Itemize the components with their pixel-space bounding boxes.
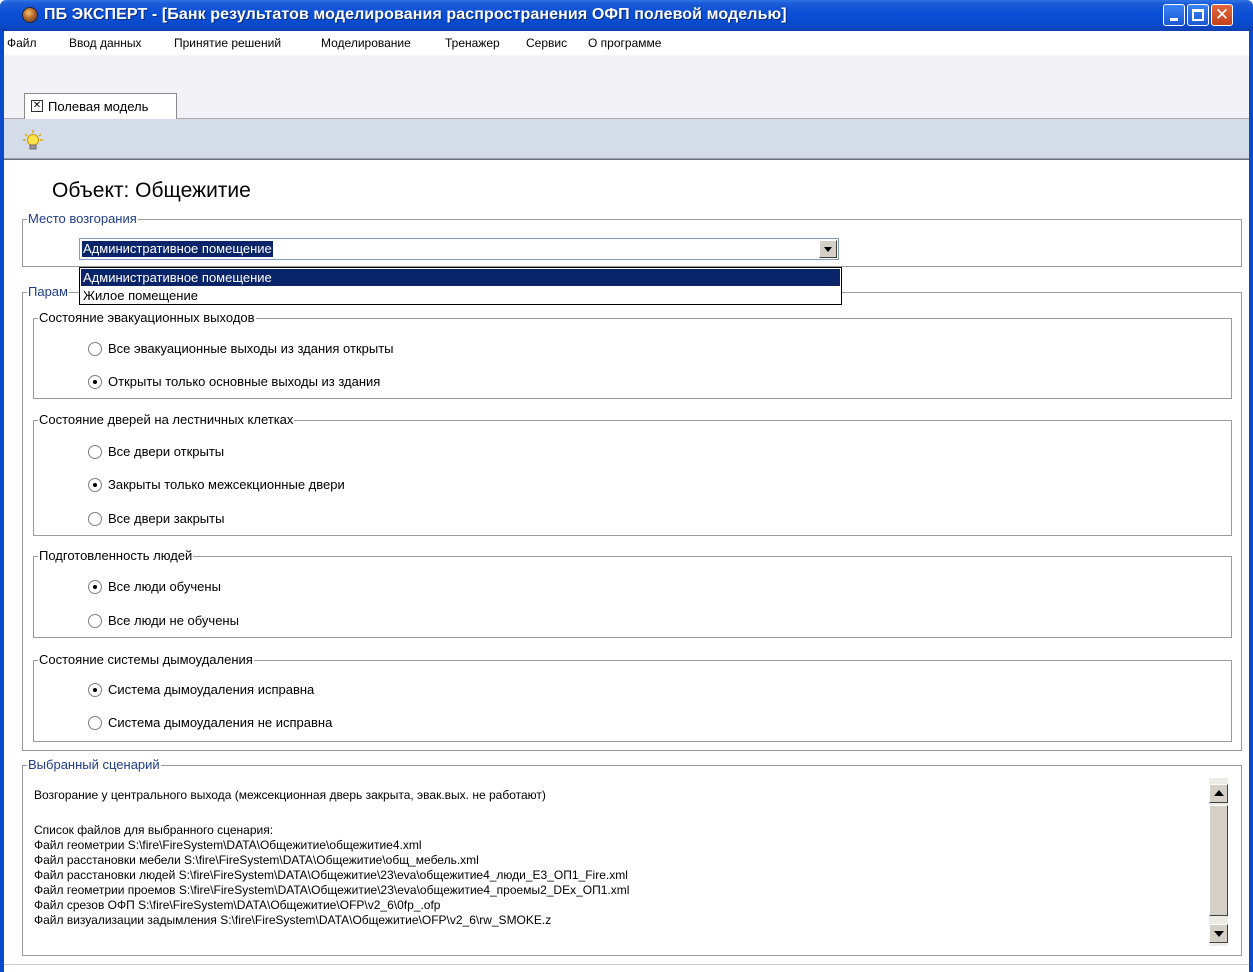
fire-location-select[interactable]: Административное помещение (79, 238, 839, 260)
maximize-icon (1192, 9, 1204, 21)
dropdown-option-admin[interactable]: Административное помещение (81, 269, 840, 286)
minimize-button[interactable] (1163, 4, 1185, 26)
scenario-file-line: Файл срезов ОФП S:\fire\FireSystem\DATA\… (34, 898, 441, 912)
menu-file[interactable]: Файл (7, 36, 37, 50)
menu-bar: Файл Ввод данных Принятие решений Модели… (0, 31, 1253, 55)
radio-label: Все двери открыты (108, 444, 225, 459)
scenario-file-line: Файл визуализации задымления S:\fire\Fir… (34, 913, 552, 927)
object-title: Объект: Общежитие (52, 179, 251, 202)
scroll-up-button[interactable] (1209, 784, 1228, 803)
scenario-file-line: Файл геометрии проемов S:\fire\FireSyste… (34, 883, 630, 897)
tab-strip (4, 55, 1249, 119)
menu-modeling[interactable]: Моделирование (321, 36, 411, 50)
window-frame-left (0, 31, 4, 972)
radio-button[interactable] (88, 614, 102, 628)
tab-close-icon[interactable]: ✕ (31, 100, 43, 112)
scenario-file-line: Файл расстановки мебели S:\fire\FireSyst… (34, 853, 479, 867)
window-title: ПБ ЭКСПЕРТ - [Банк результатов моделиров… (44, 6, 787, 23)
tab-field-model[interactable]: ✕ Полевая модель (24, 93, 177, 119)
radio-label: Закрыты только межсекционные двери (108, 477, 345, 492)
minimize-icon (1170, 18, 1178, 21)
menu-data-input[interactable]: Ввод данных (69, 36, 142, 50)
radio-button-checked[interactable] (88, 478, 102, 492)
menu-simulator[interactable]: Тренажер (445, 36, 500, 50)
radio-label: Система дымоудаления не исправна (108, 715, 333, 730)
people-preparedness-caption: Подготовленность людей (38, 548, 194, 563)
maximize-button[interactable] (1187, 4, 1209, 26)
radio-button[interactable] (88, 512, 102, 526)
app-icon[interactable] (22, 7, 38, 23)
radio-button-checked[interactable] (88, 580, 102, 594)
radio-button-checked[interactable] (88, 683, 102, 697)
fire-location-selected: Административное помещение (82, 241, 273, 257)
radio-button[interactable] (88, 716, 102, 730)
radio-label: Все эвакуационные выходы из здания откры… (108, 341, 394, 356)
evacuation-exits-caption: Состояние эвакуационных выходов (38, 310, 256, 325)
dropdown-button[interactable] (819, 240, 837, 258)
scenario-description: Возгорание у центрального выхода (межсек… (34, 788, 546, 802)
scroll-down-button[interactable] (1209, 924, 1228, 943)
radio-label: Все люди не обучены (108, 613, 239, 628)
close-button[interactable]: ✕ (1211, 4, 1233, 26)
lightbulb-icon[interactable] (23, 129, 43, 151)
fire-location-dropdown-list[interactable]: Административное помещение Жилое помещен… (79, 267, 842, 305)
parameters-caption: Парам (27, 284, 69, 299)
window-frame-right (1249, 31, 1253, 972)
menu-about[interactable]: О программе (588, 36, 661, 50)
tab-label: Полевая модель (48, 99, 149, 114)
close-icon: ✕ (1214, 5, 1230, 24)
content-divider (4, 159, 1249, 160)
radio-label: Все двери закрыты (108, 511, 225, 526)
scenario-scrollbar[interactable] (1209, 778, 1228, 946)
menu-service[interactable]: Сервис (526, 36, 567, 50)
title-bar[interactable]: ПБ ЭКСПЕРТ - [Банк результатов моделиров… (0, 0, 1253, 31)
stair-doors-caption: Состояние дверей на лестничных клетках (38, 412, 295, 427)
radio-label: Открыты только основные выходы из здания (108, 374, 381, 389)
scenario-file-line: Файл геометрии S:\fire\FireSystem\DATA\О… (34, 838, 422, 852)
chevron-down-icon (824, 247, 832, 252)
radio-label: Все люди обучены (108, 579, 221, 594)
radio-label: Система дымоудаления исправна (108, 682, 315, 697)
fire-location-caption: Место возгорания (27, 211, 138, 226)
radio-button[interactable] (88, 445, 102, 459)
radio-button[interactable] (88, 342, 102, 356)
radio-button-checked[interactable] (88, 375, 102, 389)
toolbar (4, 119, 1249, 159)
scroll-thumb[interactable] (1209, 805, 1228, 916)
bottom-border (4, 964, 1249, 965)
scenario-files-header: Список файлов для выбранного сценария: (34, 823, 274, 837)
scenario-caption: Выбранный сценарий (27, 757, 161, 772)
menu-decisions[interactable]: Принятие решений (174, 36, 281, 50)
scenario-file-line: Файл расстановки людей S:\fire\FireSyste… (34, 868, 628, 882)
smoke-removal-caption: Состояние системы дымоудаления (38, 652, 254, 667)
dropdown-option-residential[interactable]: Жилое помещение (81, 287, 840, 304)
